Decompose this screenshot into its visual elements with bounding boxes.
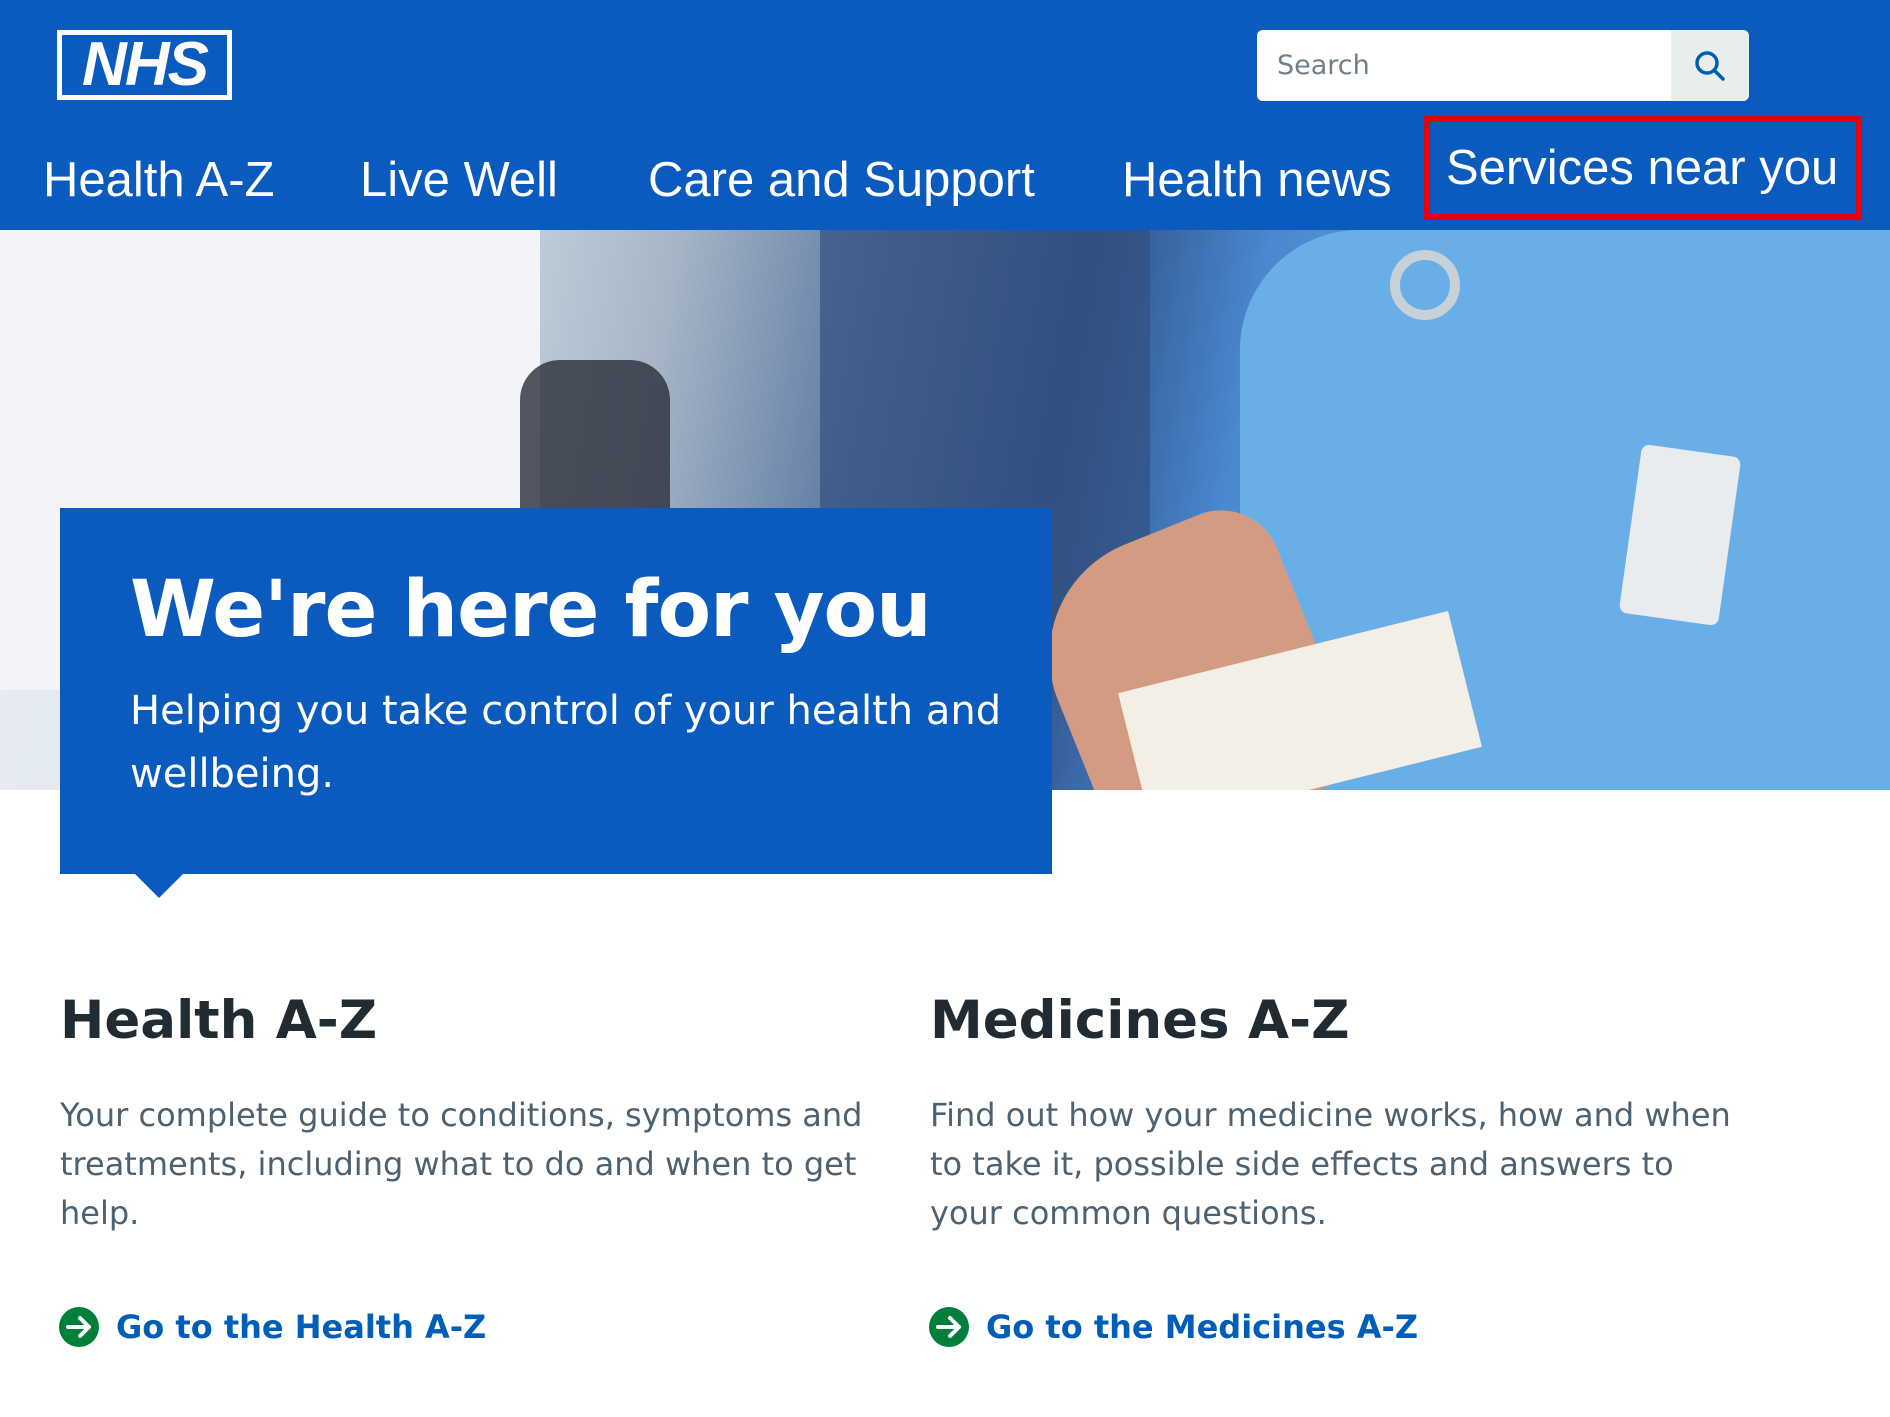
hero-subtitle: Helping you take control of your health … — [130, 688, 1002, 797]
arrow-right-circle-icon — [929, 1307, 969, 1347]
nav-live-well[interactable]: Live Well — [360, 130, 558, 230]
nhs-logo[interactable]: NHS — [57, 30, 232, 100]
search-icon — [1695, 50, 1725, 81]
hero-panel-pointer — [133, 872, 185, 898]
search-bar — [1257, 30, 1749, 101]
main-nav: Health A-Z Live Well Care and Support He… — [0, 116, 1890, 230]
card-description: Find out how your medicine works, how an… — [930, 1096, 1731, 1232]
link-text[interactable]: Go to the Health A-Z — [116, 1308, 486, 1346]
card-title: Medicines A-Z — [930, 990, 1350, 1051]
go-to-health-a-z-link[interactable]: Go to the Health A-Z — [58, 1306, 486, 1348]
go-to-medicines-a-z-link[interactable]: Go to the Medicines A-Z — [928, 1306, 1418, 1348]
site-header: NHS Health A-Z Live Well Care and Suppor… — [0, 0, 1890, 230]
hero-stethoscope — [1390, 250, 1460, 320]
card-medicines-a-z: Medicines A-Z Find out how your medicine… — [930, 990, 1750, 1238]
card-description: Your complete guide to conditions, sympt… — [60, 1096, 863, 1232]
nav-services-near-you[interactable]: Services near you — [1424, 116, 1863, 220]
search-input[interactable] — [1257, 30, 1671, 101]
card-title: Health A-Z — [60, 990, 378, 1051]
nav-health-news[interactable]: Health news — [1122, 130, 1392, 230]
search-button[interactable] — [1671, 30, 1749, 101]
arrow-right-circle-icon — [59, 1307, 99, 1347]
nhs-logo-box: NHS — [62, 30, 227, 99]
link-text[interactable]: Go to the Medicines A-Z — [986, 1308, 1418, 1346]
hero-title: We're here for you — [130, 565, 932, 655]
nav-health-a-z[interactable]: Health A-Z — [43, 130, 274, 230]
nav-care-and-support[interactable]: Care and Support — [648, 130, 1035, 230]
nhs-logo-text: NHS — [82, 30, 209, 99]
card-health-a-z: Health A-Z Your complete guide to condit… — [60, 990, 880, 1238]
